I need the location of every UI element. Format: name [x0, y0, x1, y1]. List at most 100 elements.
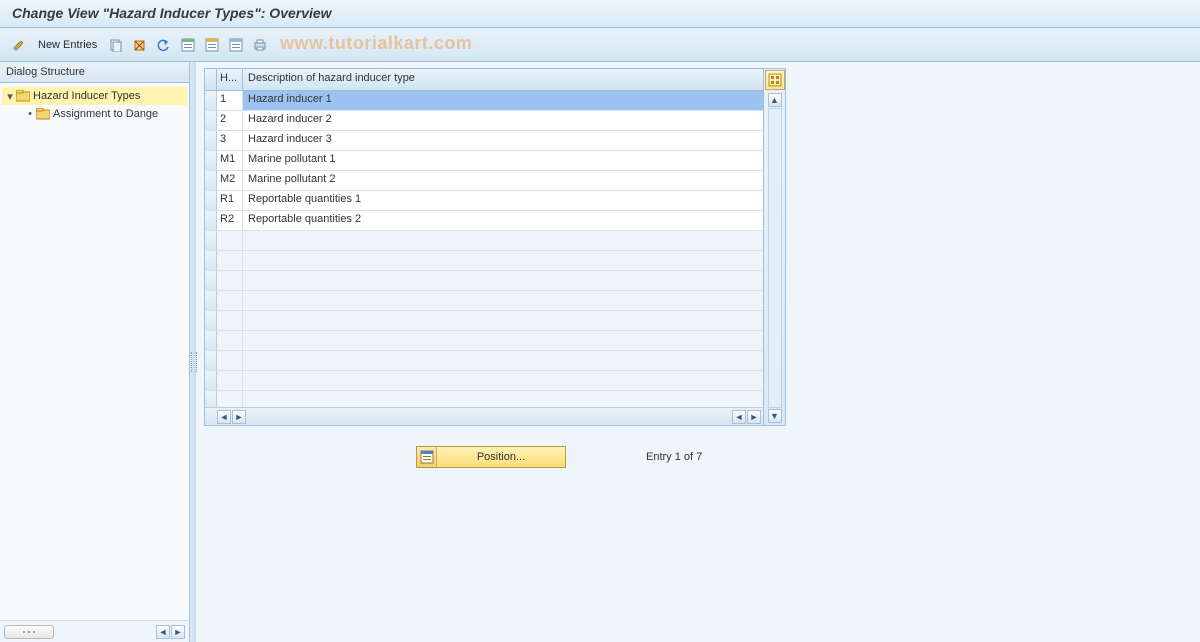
position-button[interactable]: Position...: [416, 446, 566, 468]
table-row: [205, 331, 763, 351]
row-selector[interactable]: [205, 211, 217, 230]
row-selector[interactable]: [205, 91, 217, 110]
table-row[interactable]: 1Hazard inducer 1: [205, 91, 763, 111]
cell-code[interactable]: 3: [217, 131, 243, 150]
tree-node-hazard-inducer-types[interactable]: ▾ Hazard Inducer Types: [2, 87, 187, 105]
cell-code: [217, 271, 243, 290]
row-selector-header[interactable]: [205, 69, 217, 90]
cell-description: [243, 311, 763, 330]
table-row[interactable]: 2Hazard inducer 2: [205, 111, 763, 131]
scroll-down-icon[interactable]: ▼: [768, 409, 782, 423]
row-selector[interactable]: [205, 131, 217, 150]
table-row[interactable]: M2Marine pollutant 2: [205, 171, 763, 191]
table-row: [205, 231, 763, 251]
cell-description: [243, 251, 763, 270]
table-row[interactable]: 3Hazard inducer 3: [205, 131, 763, 151]
entry-status: Entry 1 of 7: [646, 451, 702, 463]
select-block-icon[interactable]: [203, 36, 221, 54]
delete-icon[interactable]: [131, 36, 149, 54]
copy-as-icon[interactable]: [107, 36, 125, 54]
cell-code[interactable]: M1: [217, 151, 243, 170]
row-selector[interactable]: [205, 371, 217, 390]
row-selector[interactable]: [205, 231, 217, 250]
row-selector[interactable]: [205, 351, 217, 370]
row-selector[interactable]: [205, 251, 217, 270]
tree-footer: ◄ ►: [0, 620, 189, 642]
cell-description: [243, 371, 763, 390]
cell-description[interactable]: Hazard inducer 3: [243, 131, 763, 150]
table-configure-icon[interactable]: [765, 70, 785, 90]
cell-description[interactable]: Marine pollutant 2: [243, 171, 763, 190]
row-selector[interactable]: [205, 151, 217, 170]
table-row: [205, 271, 763, 291]
work-area: Dialog Structure ▾ Hazard Inducer Types …: [0, 62, 1200, 642]
cell-code[interactable]: R2: [217, 211, 243, 230]
undo-change-icon[interactable]: [155, 36, 173, 54]
select-all-icon[interactable]: [179, 36, 197, 54]
scroll-right-icon[interactable]: ►: [232, 410, 246, 424]
cell-code: [217, 231, 243, 250]
cell-description: [243, 271, 763, 290]
cell-code[interactable]: M2: [217, 171, 243, 190]
tree-node-assignment-to-danger[interactable]: • Assignment to Dange: [2, 105, 187, 123]
table-row: [205, 391, 763, 407]
folder-closed-icon: [36, 108, 50, 120]
cell-code[interactable]: R1: [217, 191, 243, 210]
collapse-icon[interactable]: ▾: [4, 90, 16, 103]
column-header-code[interactable]: H...: [217, 69, 243, 90]
cell-description[interactable]: Reportable quantities 1: [243, 191, 763, 210]
row-selector[interactable]: [205, 311, 217, 330]
cell-description[interactable]: Marine pollutant 1: [243, 151, 763, 170]
row-selector[interactable]: [205, 111, 217, 130]
cell-code: [217, 391, 243, 407]
cell-description: [243, 291, 763, 310]
print-tree-icon[interactable]: [251, 36, 269, 54]
cell-description[interactable]: Hazard inducer 2: [243, 111, 763, 130]
scroll-up-icon[interactable]: ▲: [768, 93, 782, 107]
table-footer: Position... Entry 1 of 7: [204, 446, 1192, 468]
row-selector[interactable]: [205, 271, 217, 290]
tree-scroll-left-icon[interactable]: ◄: [156, 625, 170, 639]
tree-config-button[interactable]: [4, 625, 54, 639]
scroll-left-icon[interactable]: ◄: [217, 410, 231, 424]
cell-description: [243, 351, 763, 370]
cell-code: [217, 251, 243, 270]
table-horizontal-scrollbar: ◄ ► ◄ ►: [205, 407, 763, 425]
table-row[interactable]: R1Reportable quantities 1: [205, 191, 763, 211]
toggle-display-change-icon[interactable]: [10, 36, 28, 54]
tree-node-label: Assignment to Dange: [53, 108, 158, 120]
scroll-left-end-icon[interactable]: ◄: [732, 410, 746, 424]
scroll-right-end-icon[interactable]: ►: [747, 410, 761, 424]
cell-code[interactable]: 2: [217, 111, 243, 130]
row-selector[interactable]: [205, 291, 217, 310]
row-selector[interactable]: [205, 331, 217, 350]
tree-scroll-right-icon[interactable]: ►: [171, 625, 185, 639]
deselect-all-icon[interactable]: [227, 36, 245, 54]
cell-code: [217, 371, 243, 390]
row-selector[interactable]: [205, 171, 217, 190]
table-row: [205, 351, 763, 371]
dialog-structure-tree: ▾ Hazard Inducer Types • Assignment to D…: [0, 83, 189, 620]
page-title: Change View "Hazard Inducer Types": Over…: [0, 0, 1200, 28]
new-entries-button[interactable]: New Entries: [34, 37, 101, 53]
cell-code: [217, 311, 243, 330]
table-row[interactable]: R2Reportable quantities 2: [205, 211, 763, 231]
cell-description[interactable]: Reportable quantities 2: [243, 211, 763, 230]
scroll-track[interactable]: [768, 108, 782, 408]
cell-code[interactable]: 1: [217, 91, 243, 110]
row-selector[interactable]: [205, 391, 217, 407]
cell-code: [217, 291, 243, 310]
table-row: [205, 291, 763, 311]
bullet-icon: •: [24, 108, 36, 120]
table-row[interactable]: M1Marine pollutant 1: [205, 151, 763, 171]
row-selector[interactable]: [205, 191, 217, 210]
dialog-structure-pane: Dialog Structure ▾ Hazard Inducer Types …: [0, 62, 190, 642]
pane-splitter[interactable]: [190, 62, 196, 642]
table-row: [205, 251, 763, 271]
table-row: [205, 311, 763, 331]
cell-description: [243, 391, 763, 407]
cell-description[interactable]: Hazard inducer 1: [243, 91, 763, 110]
content-pane: H... Description of hazard inducer type …: [196, 62, 1200, 642]
dialog-structure-header: Dialog Structure: [0, 62, 189, 83]
column-header-description[interactable]: Description of hazard inducer type: [243, 69, 763, 90]
